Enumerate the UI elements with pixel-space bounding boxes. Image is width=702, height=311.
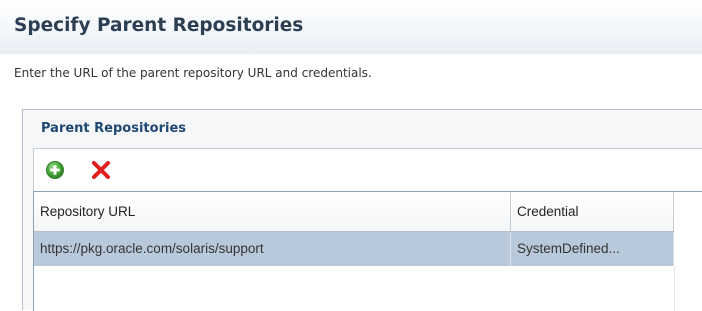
repository-url-cell: https://pkg.oracle.com/solaris/support <box>34 232 511 266</box>
table-header: Repository URL Credential <box>34 192 674 232</box>
repositories-table: Repository URL Credential https://pkg.or… <box>33 191 702 311</box>
instructions-text: Enter the URL of the parent repository U… <box>14 66 372 80</box>
column-header-repository-url[interactable]: Repository URL <box>34 192 511 231</box>
delete-repository-button[interactable] <box>91 160 111 180</box>
add-icon <box>46 161 64 179</box>
table-row[interactable]: https://pkg.oracle.com/solaris/support S… <box>34 232 674 266</box>
panel-title: Parent Repositories <box>41 121 186 136</box>
credential-cell: SystemDefined... <box>511 232 674 266</box>
page-header: Specify Parent Repositories <box>0 0 702 54</box>
table-empty-area <box>34 266 675 311</box>
column-header-credential[interactable]: Credential <box>511 192 674 231</box>
table-toolbar <box>33 148 702 191</box>
page-title: Specify Parent Repositories <box>14 15 304 36</box>
delete-icon <box>92 161 110 179</box>
parent-repositories-panel: Parent Repositories Repository URL Crede… <box>22 109 702 311</box>
add-repository-button[interactable] <box>45 160 65 180</box>
